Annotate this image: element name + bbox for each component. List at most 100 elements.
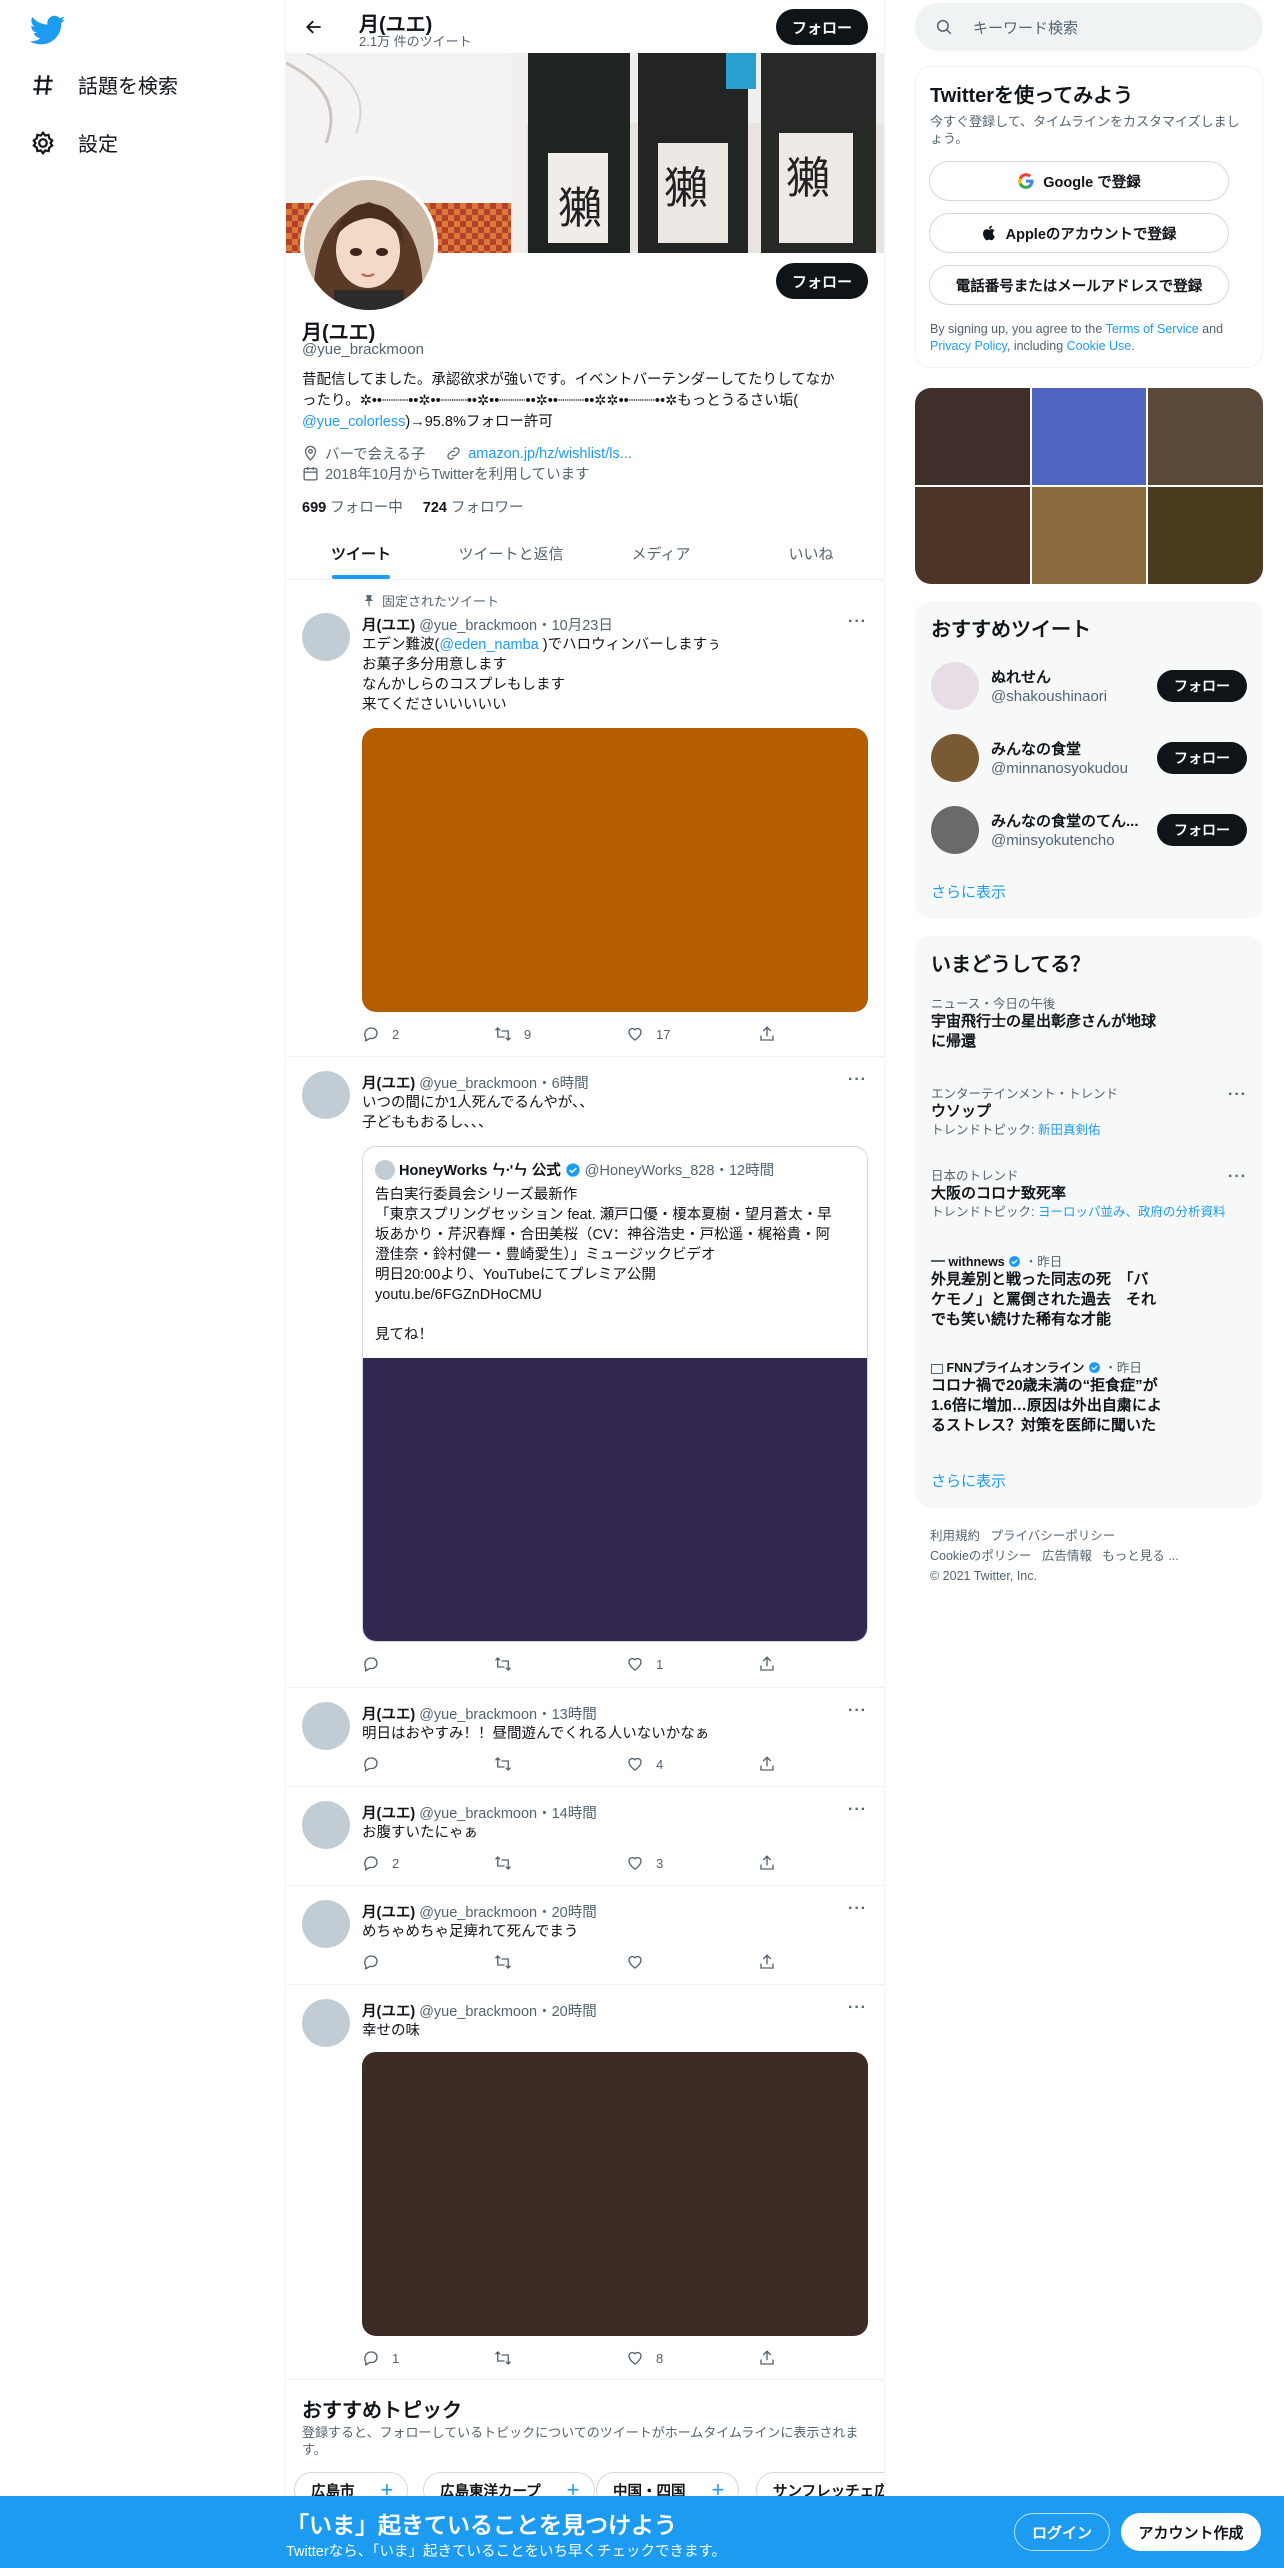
reply-button[interactable]: 2 — [362, 1854, 399, 1872]
tab-media[interactable]: メディア — [586, 527, 736, 579]
more-options-icon[interactable]: ··· — [1228, 1168, 1247, 1186]
login-button[interactable]: ログイン — [1014, 2513, 1110, 2551]
follow-button[interactable]: フォロー — [1157, 814, 1247, 846]
more-options-icon[interactable]: ··· — [848, 613, 868, 633]
quoted-tweet-media-image[interactable] — [363, 1358, 867, 1641]
media-thumbnail[interactable] — [1148, 487, 1263, 584]
tab-tweets-and-replies[interactable]: ツイートと返信 — [436, 527, 586, 579]
follow-button[interactable]: フォロー — [1157, 670, 1247, 702]
tweet-author[interactable]: 月(ユエ) — [362, 1707, 415, 1723]
show-more-link[interactable]: さらに表示 — [931, 881, 1006, 902]
show-more-link[interactable]: さらに表示 — [931, 1470, 1006, 1491]
phone-email-signup-button[interactable]: 電話番号またはメールアドレスで登録 — [929, 265, 1229, 305]
following-link[interactable]: 699 フォロー中 — [302, 500, 403, 516]
share-button[interactable] — [758, 1655, 776, 1673]
tweet-avatar[interactable] — [302, 1071, 350, 1119]
signup-button[interactable]: アカウント作成 — [1121, 2513, 1261, 2551]
profile-avatar[interactable] — [300, 176, 438, 314]
reply-button[interactable] — [362, 1755, 392, 1773]
footer-ads-link[interactable]: 広告情報 — [1042, 1549, 1092, 1563]
followers-link[interactable]: 724 フォロワー — [423, 500, 524, 516]
nav-settings[interactable]: 設定 — [30, 128, 118, 157]
like-button[interactable] — [626, 1953, 656, 1971]
like-button[interactable]: 1 — [626, 1655, 663, 1673]
retweet-button[interactable]: 9 — [494, 1025, 531, 1043]
more-options-icon[interactable]: ··· — [1228, 1086, 1247, 1104]
retweet-button[interactable] — [494, 1655, 524, 1673]
footer-more-link[interactable]: もっと見る ... — [1102, 1549, 1178, 1563]
trend-item[interactable]: ニュース・今日の午後 宇宙飛行士の星出彰彦さんが地球 に帰還 — [931, 996, 1247, 1052]
tweet[interactable]: 月(ユエ) @yue_brackmoon・13時間 ··· 明日はおやすみ！！昼… — [286, 1689, 884, 1787]
tweet-avatar[interactable] — [302, 613, 350, 661]
mention-link[interactable]: @eden_namba — [439, 637, 538, 653]
retweet-button[interactable] — [494, 1953, 524, 1971]
back-button[interactable] — [298, 11, 330, 43]
trend-item[interactable]: エンターテインメント・トレンド ウソップ トレンドトピック: 新田真剣佑 ··· — [931, 1086, 1247, 1139]
tweet-author[interactable]: 月(ユエ) — [362, 1806, 415, 1822]
tweet[interactable]: 月(ユエ) @yue_brackmoon・10月23日 ··· エデン難波(@e… — [286, 581, 884, 1057]
share-button[interactable] — [758, 1854, 776, 1872]
footer-terms-link[interactable]: 利用規約 — [930, 1529, 980, 1543]
reply-button[interactable]: 2 — [362, 1025, 399, 1043]
more-options-icon[interactable]: ··· — [848, 1071, 868, 1091]
tweet[interactable]: 月(ユエ) @yue_brackmoon・14時間 ··· お腹すいたにゃぁ 2… — [286, 1788, 884, 1886]
header-follow-button[interactable]: フォロー — [776, 9, 868, 45]
trend-item[interactable]: 日本のトレンド 大阪のコロナ致死率 トレンドトピック: ヨーロッパ並み、政府の分… — [931, 1168, 1247, 1221]
more-options-icon[interactable]: ··· — [848, 1999, 868, 2019]
privacy-link[interactable]: Privacy Policy — [930, 339, 1007, 353]
tweet-avatar[interactable] — [302, 1702, 350, 1750]
tweet-avatar[interactable] — [302, 1900, 350, 1948]
media-thumbnail[interactable] — [915, 388, 1030, 485]
retweet-button[interactable] — [494, 1854, 524, 1872]
google-signup-button[interactable]: Google で登録 — [929, 161, 1229, 201]
reply-button[interactable]: 1 — [362, 2349, 399, 2367]
retweet-button[interactable] — [494, 2349, 524, 2367]
like-button[interactable]: 17 — [626, 1025, 670, 1043]
more-options-icon[interactable]: ··· — [848, 1702, 868, 1722]
search-box[interactable]: キーワード検索 — [915, 3, 1263, 51]
trend-topic-link[interactable]: ヨーロッパ並み、政府の分析資料 — [1038, 1205, 1226, 1219]
profile-link[interactable]: amazon.jp/hz/wishlist/ls... — [468, 446, 632, 462]
footer-privacy-link[interactable]: プライバシーポリシー — [990, 1529, 1115, 1543]
bio-mention-link[interactable]: @yue_colorless — [302, 414, 405, 430]
twitter-logo-icon[interactable] — [30, 12, 66, 48]
tweet-author[interactable]: 月(ユエ) — [362, 1905, 415, 1921]
tweet-avatar[interactable] — [302, 1801, 350, 1849]
media-thumbnail[interactable] — [915, 487, 1030, 584]
recommended-account[interactable]: みんなの食堂のてん... @minsyokutencho フォロー — [931, 802, 1247, 858]
tweet[interactable]: 月(ユエ) @yue_brackmoon・20時間 ··· 幸せの味 1 8 — [286, 1986, 884, 2380]
quoted-tweet[interactable]: HoneyWorks ㄣ⸱'ㄣ 公式 @HoneyWorks_828・12時間 … — [362, 1146, 868, 1642]
nav-explore[interactable]: 話題を検索 — [30, 70, 178, 99]
news-item[interactable]: FNNプライムオンライン ・昨日 コロナ禍で20歳未満の“拒食症”が 1.6倍に… — [931, 1360, 1247, 1436]
cookie-link[interactable]: Cookie Use — [1067, 339, 1132, 353]
tab-tweets[interactable]: ツイート — [286, 527, 436, 579]
recommended-account[interactable]: みんなの食堂 @minnanosyokudou フォロー — [931, 730, 1247, 786]
follow-button[interactable]: フォロー — [1157, 742, 1247, 774]
tweet-media-image[interactable] — [362, 728, 868, 1012]
like-button[interactable]: 4 — [626, 1755, 663, 1773]
reply-button[interactable] — [362, 1655, 392, 1673]
tweet-author[interactable]: 月(ユエ) — [362, 2004, 415, 2020]
news-item[interactable]: withnews ・昨日 外見差別と戦った同志の死 「バ ケモノ」と罵倒された過… — [931, 1254, 1247, 1330]
share-button[interactable] — [758, 1755, 776, 1773]
tab-likes[interactable]: いいね — [736, 527, 884, 579]
share-button[interactable] — [758, 1025, 776, 1043]
terms-link[interactable]: Terms of Service — [1106, 322, 1199, 336]
media-thumbnail[interactable] — [1031, 487, 1147, 584]
recommended-account[interactable]: ぬれせん @shakoushinaori フォロー — [931, 658, 1247, 714]
tweet[interactable]: 月(ユエ) @yue_brackmoon・20時間 ··· めちゃめちゃ足痺れて… — [286, 1887, 884, 1985]
like-button[interactable]: 3 — [626, 1854, 663, 1872]
media-thumbnail[interactable] — [1031, 388, 1147, 485]
share-button[interactable] — [758, 2349, 776, 2367]
share-button[interactable] — [758, 1953, 776, 1971]
trend-topic-link[interactable]: 新田真剣佑 — [1038, 1123, 1101, 1137]
profile-follow-button[interactable]: フォロー — [776, 263, 868, 299]
more-options-icon[interactable]: ··· — [848, 1801, 868, 1821]
tweet-author[interactable]: 月(ユエ) — [362, 1076, 415, 1092]
apple-signup-button[interactable]: Appleのアカウントで登録 — [929, 213, 1229, 253]
more-options-icon[interactable]: ··· — [848, 1900, 868, 1920]
footer-cookie-link[interactable]: Cookieのポリシー — [930, 1549, 1031, 1563]
tweet-media-image[interactable] — [362, 2052, 868, 2336]
media-thumbnail[interactable] — [1148, 388, 1263, 485]
tweet-avatar[interactable] — [302, 1999, 350, 2047]
